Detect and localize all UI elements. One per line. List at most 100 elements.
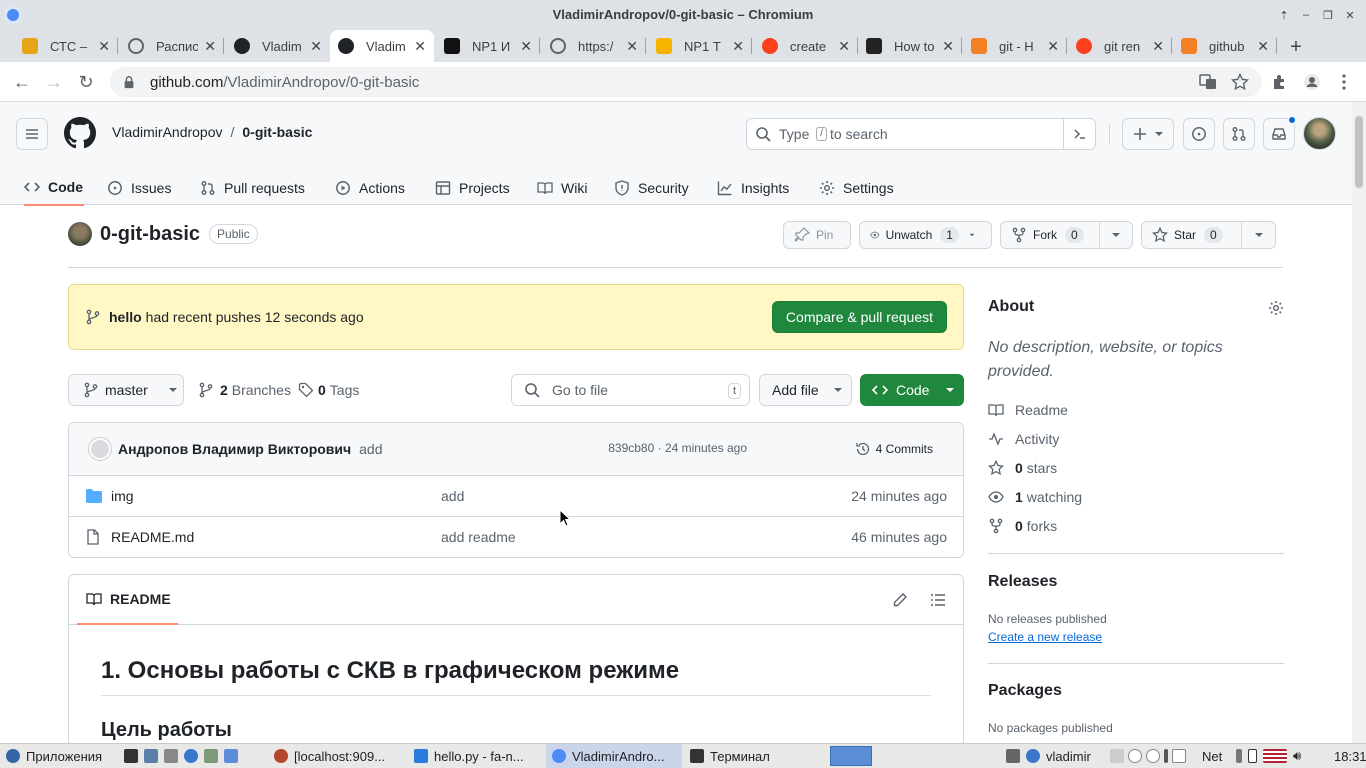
- taskbar-item[interactable]: hello.py - fa-n...: [408, 744, 544, 768]
- folder-launcher-icon[interactable]: [224, 749, 238, 763]
- browser-tab[interactable]: git - H ✕: [963, 30, 1067, 62]
- user-avatar[interactable]: [1303, 117, 1336, 150]
- browser-tab[interactable]: Vladim ✕: [330, 30, 434, 62]
- browser-tab[interactable]: git ren ✕: [1068, 30, 1172, 62]
- address-bar[interactable]: github.com/VladimirAndropov/0-git-basic: [110, 67, 1262, 97]
- tab-close-icon[interactable]: ✕: [942, 38, 954, 55]
- tab-security[interactable]: Security: [614, 170, 689, 206]
- scrollbar-thumb[interactable]: [1355, 116, 1363, 188]
- command-palette-button[interactable]: [1063, 119, 1095, 149]
- files-launcher-icon[interactable]: [164, 749, 178, 763]
- commits-link[interactable]: 4 Commits: [855, 441, 933, 457]
- unwatch-button[interactable]: Unwatch 1: [859, 221, 992, 249]
- window-up-icon[interactable]: ⇡: [1276, 7, 1292, 23]
- star-dropdown-button[interactable]: [1241, 222, 1275, 248]
- fork-button[interactable]: Fork 0: [1000, 221, 1133, 249]
- clock[interactable]: 18:31: [1328, 744, 1366, 768]
- code-button[interactable]: Code: [860, 374, 964, 406]
- branch-selector[interactable]: master: [68, 374, 184, 406]
- breadcrumb-repo[interactable]: 0-git-basic: [242, 124, 312, 140]
- hamburger-menu-button[interactable]: [16, 118, 48, 150]
- browser-tab[interactable]: https:/ ✕: [542, 30, 646, 62]
- browser-tab[interactable]: NP1 И ✕: [436, 30, 540, 62]
- readme-tab[interactable]: README: [77, 575, 178, 625]
- tray-network[interactable]: Net: [1196, 744, 1230, 768]
- extensions-icon[interactable]: [1271, 73, 1289, 91]
- add-file-button[interactable]: Add file: [759, 374, 852, 406]
- reload-button[interactable]: ↻: [76, 72, 96, 92]
- commit-author-avatar[interactable]: [88, 437, 112, 461]
- browser-tab[interactable]: NP1 Т ✕: [648, 30, 752, 62]
- commit-info[interactable]: 839cb80 · 24 minutes ago: [608, 441, 747, 455]
- bookmark-star-icon[interactable]: [1231, 73, 1249, 91]
- tab-insights[interactable]: Insights: [717, 170, 789, 206]
- tray-clipboard-icon[interactable]: [1110, 749, 1124, 763]
- tab-issues[interactable]: Issues: [107, 170, 171, 206]
- applications-menu-button[interactable]: Приложения: [0, 744, 116, 768]
- outline-list-icon[interactable]: [930, 592, 946, 608]
- window-maximize-button[interactable]: ❐: [1320, 7, 1336, 23]
- go-to-file-input[interactable]: Go to file t: [511, 374, 750, 406]
- taskbar-item[interactable]: VladimirAndro...: [546, 744, 682, 768]
- terminal-launcher-icon[interactable]: [124, 749, 138, 763]
- browser-tab[interactable]: How to ✕: [858, 30, 962, 62]
- desktop-launcher-icon[interactable]: [144, 749, 158, 763]
- pencil-icon[interactable]: [892, 592, 908, 608]
- browser-tab[interactable]: СТС – ✕: [14, 30, 118, 62]
- repo-name[interactable]: 0-git-basic: [100, 223, 200, 246]
- stars-link[interactable]: 0 stars: [988, 460, 1057, 476]
- tray-user[interactable]: vladimir: [1000, 744, 1104, 768]
- browser-tab[interactable]: Распис ✕: [120, 30, 224, 62]
- star-button[interactable]: Star 0: [1141, 221, 1276, 249]
- volume-icon[interactable]: 🔊︎: [1293, 748, 1301, 764]
- back-button[interactable]: ←: [12, 72, 32, 92]
- tab-close-icon[interactable]: ✕: [98, 38, 110, 55]
- forks-link[interactable]: 0 forks: [988, 518, 1057, 534]
- owner-avatar[interactable]: [68, 222, 92, 246]
- releases-title[interactable]: Releases: [988, 573, 1057, 591]
- tab-close-icon[interactable]: ✕: [414, 38, 426, 55]
- commit-message[interactable]: add: [359, 441, 382, 457]
- tab-pull-requests[interactable]: Pull requests: [200, 170, 305, 206]
- app-launcher-icon[interactable]: [204, 749, 218, 763]
- window-minimize-button[interactable]: –: [1298, 7, 1314, 23]
- tab-close-icon[interactable]: ✕: [204, 38, 216, 55]
- table-row[interactable]: img add 24 minutes ago: [69, 476, 963, 517]
- commit-author[interactable]: Андропов Владимир Викторович: [118, 441, 351, 457]
- pin-button[interactable]: Pin: [783, 221, 851, 249]
- translate-icon[interactable]: [1199, 73, 1217, 91]
- tray-doc-icon[interactable]: [1172, 749, 1186, 763]
- browser-launcher-icon[interactable]: [184, 749, 198, 763]
- taskbar-item[interactable]: [localhost:909...: [268, 744, 406, 768]
- page-scrollbar[interactable]: [1352, 102, 1366, 743]
- tray-eyes-icon[interactable]: [1146, 749, 1160, 763]
- file-commit-message[interactable]: add readme: [441, 529, 516, 545]
- taskbar-item[interactable]: Терминал: [684, 744, 820, 768]
- file-name[interactable]: img: [111, 488, 134, 504]
- watching-link[interactable]: 1 watching: [988, 489, 1082, 505]
- tab-wiki[interactable]: Wiki: [537, 170, 587, 206]
- activity-link[interactable]: Activity: [988, 431, 1059, 447]
- tray-eyes-icon[interactable]: [1128, 749, 1142, 763]
- gear-icon[interactable]: [1268, 300, 1284, 316]
- us-flag-icon[interactable]: [1263, 749, 1287, 763]
- tab-close-icon[interactable]: ✕: [1047, 38, 1059, 55]
- kebab-menu-icon[interactable]: [1335, 73, 1353, 91]
- issues-button[interactable]: [1183, 118, 1215, 150]
- tab-close-icon[interactable]: ✕: [838, 38, 850, 55]
- file-name[interactable]: README.md: [111, 529, 194, 545]
- tab-close-icon[interactable]: ✕: [1152, 38, 1164, 55]
- tab-close-icon[interactable]: ✕: [310, 38, 322, 55]
- tab-close-icon[interactable]: ✕: [626, 38, 638, 55]
- tab-projects[interactable]: Projects: [435, 170, 510, 206]
- search-input[interactable]: Type / to search: [746, 118, 1096, 150]
- new-tab-button[interactable]: +: [1285, 36, 1307, 59]
- tab-close-icon[interactable]: ✕: [520, 38, 532, 55]
- battery-icon[interactable]: [1248, 749, 1257, 763]
- branches-link[interactable]: 2 Branches: [198, 382, 291, 398]
- packages-title[interactable]: Packages: [988, 682, 1062, 700]
- browser-tab[interactable]: github ✕: [1173, 30, 1277, 62]
- fork-dropdown-button[interactable]: [1099, 222, 1132, 248]
- tab-code[interactable]: Code: [24, 170, 84, 206]
- compare-pull-request-button[interactable]: Compare & pull request: [771, 301, 947, 333]
